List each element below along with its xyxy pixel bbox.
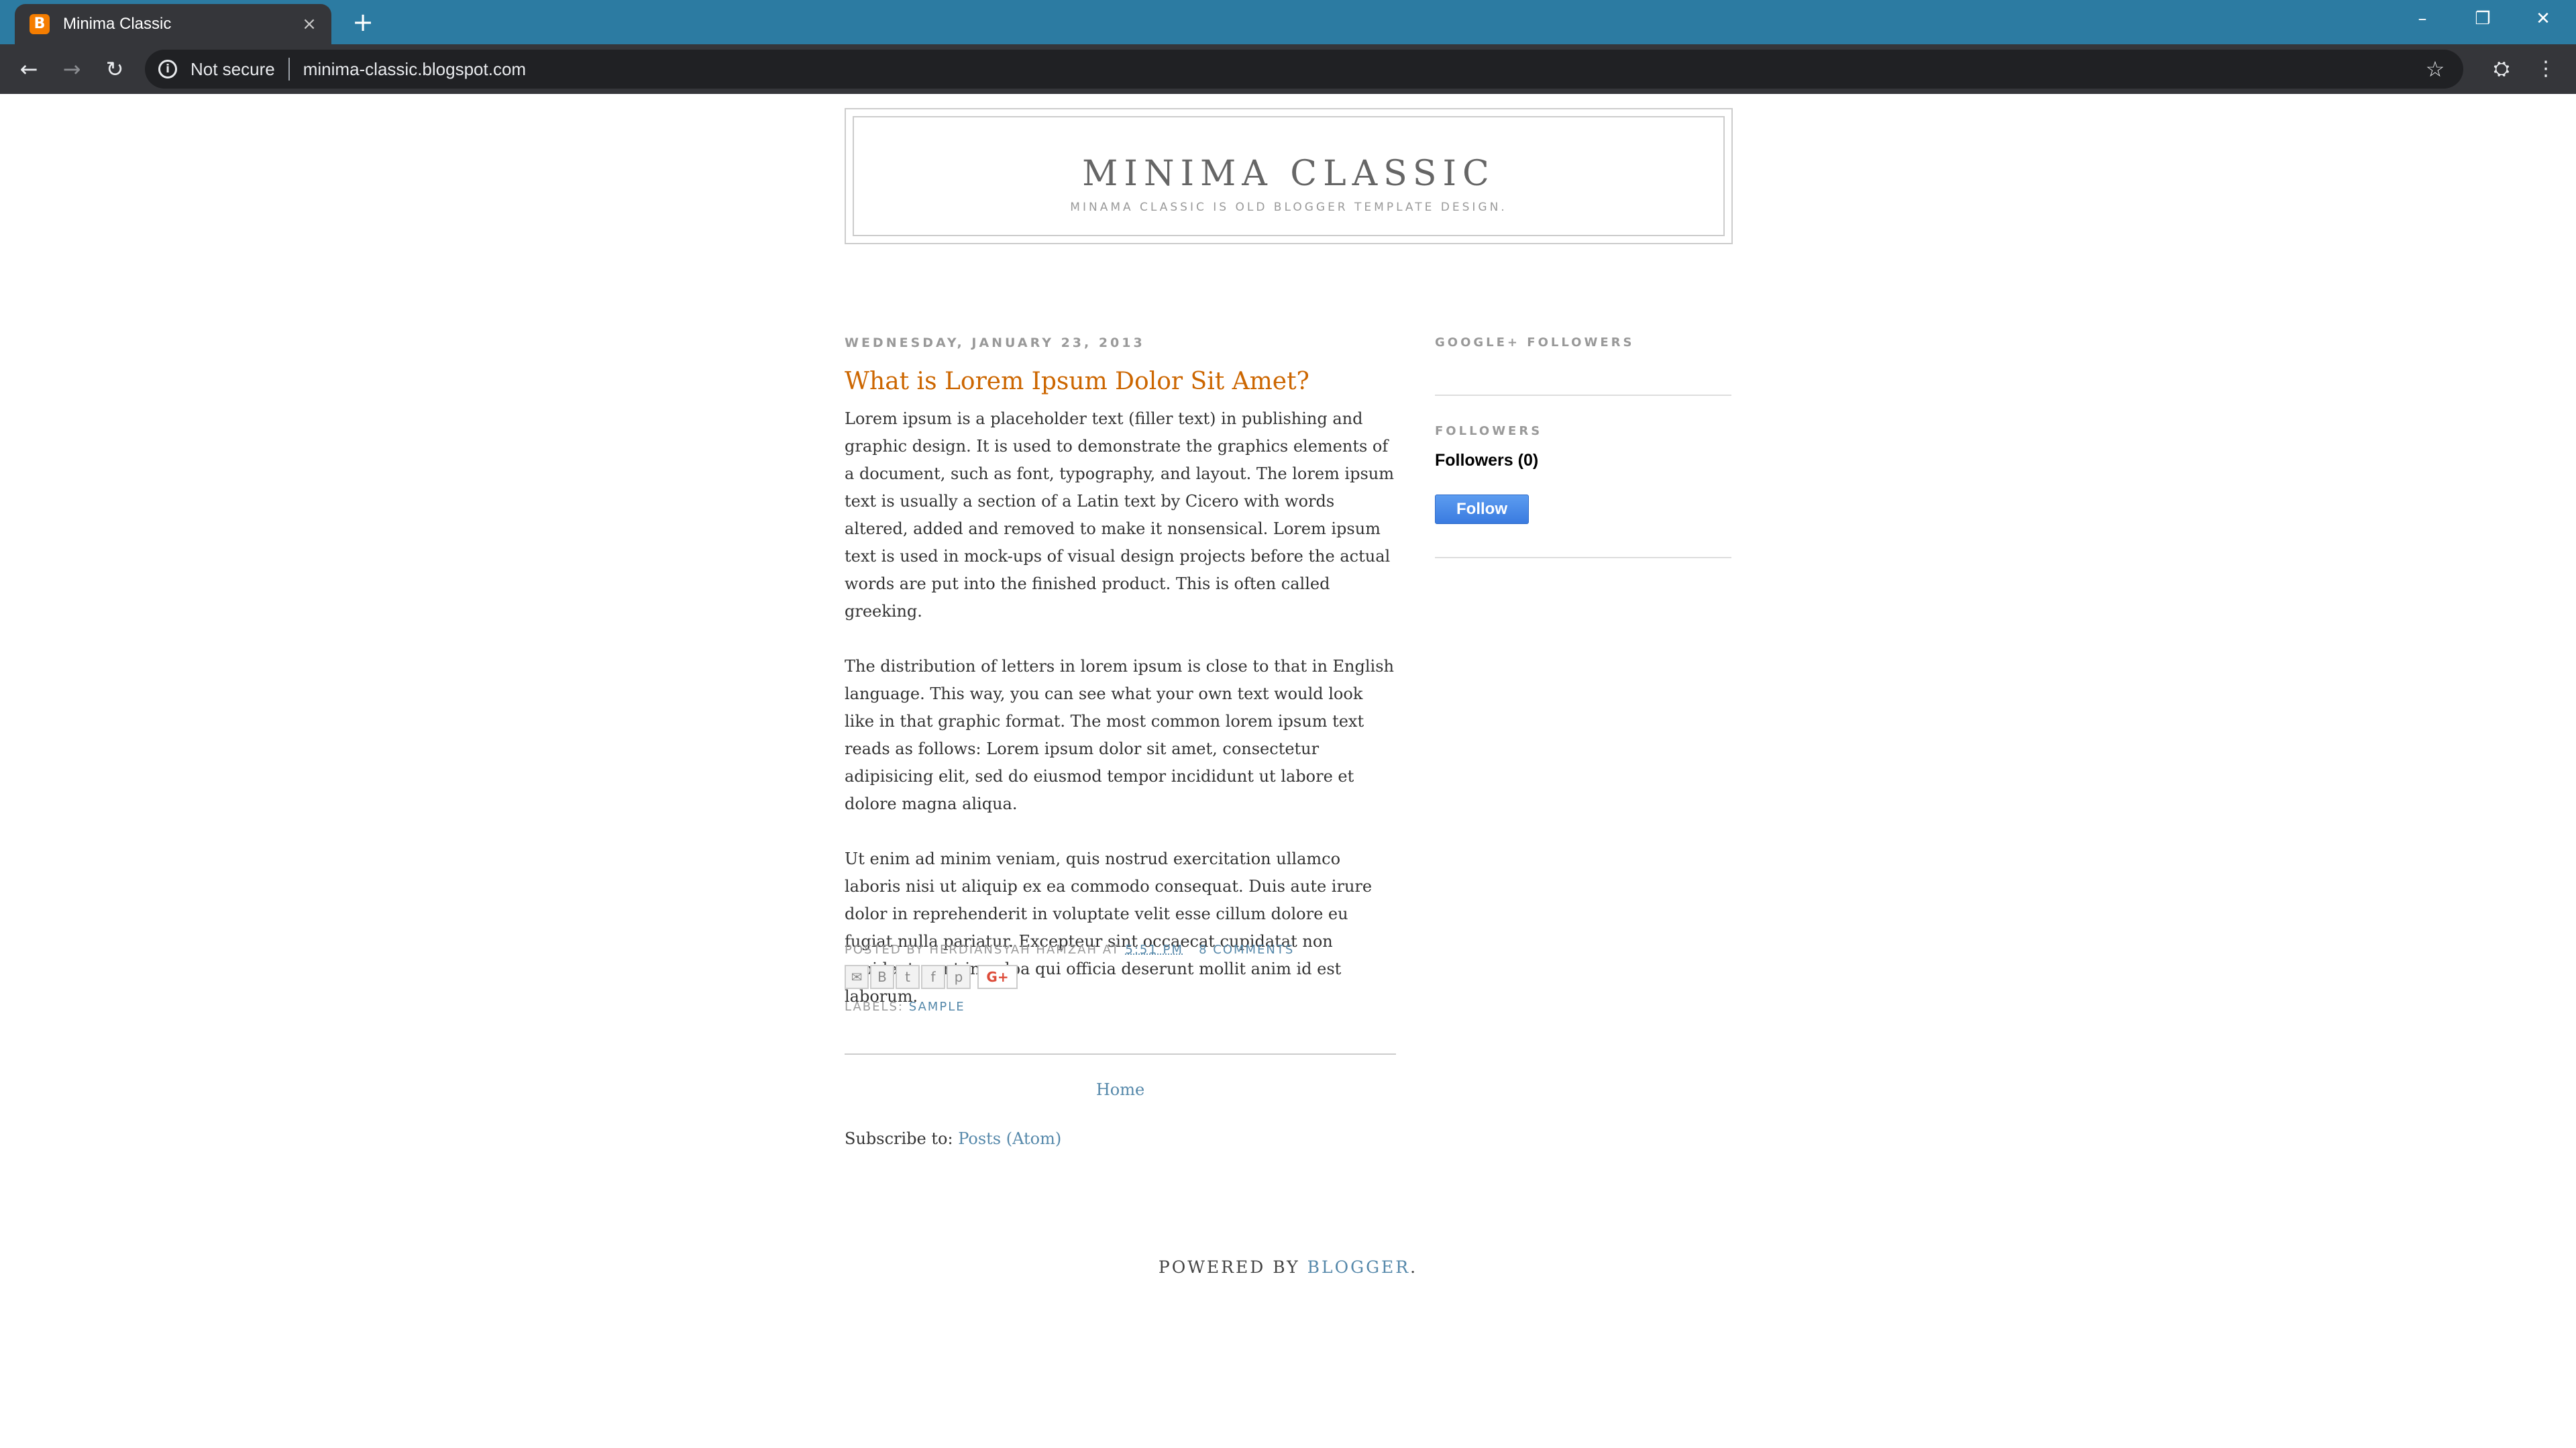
- comments-link[interactable]: 8 COMMENTS: [1199, 943, 1294, 957]
- sidebar-divider: [1435, 395, 1731, 396]
- close-icon[interactable]: ✕: [2513, 0, 2573, 38]
- restore-icon[interactable]: ❐: [2453, 0, 2513, 38]
- google-plus-icon[interactable]: G+: [977, 965, 1018, 989]
- address-bar[interactable]: i Not secure minima-classic.blogspot.com…: [145, 50, 2463, 89]
- tab-title: Minima Classic: [63, 15, 172, 33]
- email-icon[interactable]: ✉: [845, 965, 869, 989]
- labels-prefix: LABELS:: [845, 1000, 904, 1014]
- sidebar: GOOGLE+ FOLLOWERS FOLLOWERS Followers (0…: [1435, 335, 1731, 558]
- blog-title[interactable]: MINIMA CLASSIC: [854, 154, 1723, 194]
- browser-tab[interactable]: B Minima Classic ×: [15, 4, 331, 44]
- blog-description: MINAMA CLASSIC IS OLD BLOGGER TEMPLATE D…: [1070, 201, 1507, 214]
- post-paragraph: Lorem ipsum is a placeholder text (fille…: [845, 409, 1394, 621]
- subscribe-line: Subscribe to: Posts (Atom): [845, 1129, 1061, 1148]
- home-link[interactable]: Home: [845, 1080, 1396, 1099]
- blog-header-inner: MINIMA CLASSIC MINAMA CLASSIC IS OLD BLO…: [853, 116, 1725, 236]
- blog-header: MINIMA CLASSIC MINAMA CLASSIC IS OLD BLO…: [845, 108, 1733, 244]
- blogger-link[interactable]: BLOGGER: [1307, 1257, 1410, 1277]
- tab-close-icon[interactable]: ×: [299, 14, 319, 34]
- omnibox-divider: [288, 58, 290, 81]
- minimize-icon[interactable]: –: [2392, 0, 2453, 38]
- powered-by-prefix: POWERED BY: [1158, 1257, 1300, 1277]
- powered-by: POWERED BY BLOGGER.: [0, 1257, 2576, 1277]
- post-title[interactable]: What is Lorem Ipsum Dolor Sit Amet?: [845, 368, 1309, 395]
- post-paragraph: The distribution of letters in lorem ips…: [845, 657, 1394, 813]
- new-tab-button[interactable]: +: [349, 8, 377, 36]
- tab-strip: B Minima Classic × + – ❐ ✕: [0, 0, 2576, 44]
- followers-heading: FOLLOWERS: [1435, 424, 1543, 438]
- facebook-icon[interactable]: f: [921, 965, 945, 989]
- pinterest-icon[interactable]: p: [947, 965, 971, 989]
- post-divider: [845, 1053, 1396, 1055]
- post-labels: LABELS: SAMPLE: [845, 1000, 1396, 1014]
- browser-toolbar: ← → ↻ i Not secure minima-classic.blogsp…: [0, 44, 2576, 94]
- blogger-favicon-icon: B: [30, 14, 50, 34]
- info-icon[interactable]: i: [158, 60, 177, 79]
- sidebar-divider: [1435, 557, 1731, 558]
- powered-by-suffix: .: [1410, 1257, 1418, 1277]
- menu-icon[interactable]: ⋮: [2530, 54, 2561, 85]
- reload-icon[interactable]: ↻: [99, 54, 130, 85]
- posted-by-text: POSTED BY HERDIANSYAH HAMZAH AT: [845, 943, 1120, 957]
- url-text[interactable]: minima-classic.blogspot.com: [303, 59, 2422, 80]
- post-timestamp-link[interactable]: 5:51 PM: [1125, 943, 1183, 957]
- twitter-icon[interactable]: t: [896, 965, 920, 989]
- post-footer-line: POSTED BY HERDIANSYAH HAMZAH AT 5:51 PM …: [845, 943, 1396, 957]
- main-column: WEDNESDAY, JANUARY 23, 2013 What is Lore…: [845, 335, 1396, 1148]
- label-link[interactable]: SAMPLE: [909, 1000, 965, 1014]
- incognito-icon[interactable]: ⛭: [2486, 54, 2517, 85]
- post-date: WEDNESDAY, JANUARY 23, 2013: [845, 335, 1145, 350]
- follow-button[interactable]: Follow: [1435, 495, 1529, 524]
- subscribe-prefix: Subscribe to:: [845, 1129, 953, 1148]
- star-icon[interactable]: ☆: [2422, 56, 2449, 83]
- back-icon[interactable]: ←: [13, 54, 44, 85]
- google-plus-followers-heading: GOOGLE+ FOLLOWERS: [1435, 335, 1635, 350]
- share-buttons: ✉ B t f p G+: [845, 965, 1018, 989]
- followers-count: Followers (0): [1435, 451, 1539, 470]
- not-secure-label[interactable]: Not secure: [191, 59, 275, 80]
- blogthis-icon[interactable]: B: [870, 965, 894, 989]
- posts-atom-link[interactable]: Posts (Atom): [958, 1129, 1061, 1148]
- forward-icon[interactable]: →: [56, 54, 87, 85]
